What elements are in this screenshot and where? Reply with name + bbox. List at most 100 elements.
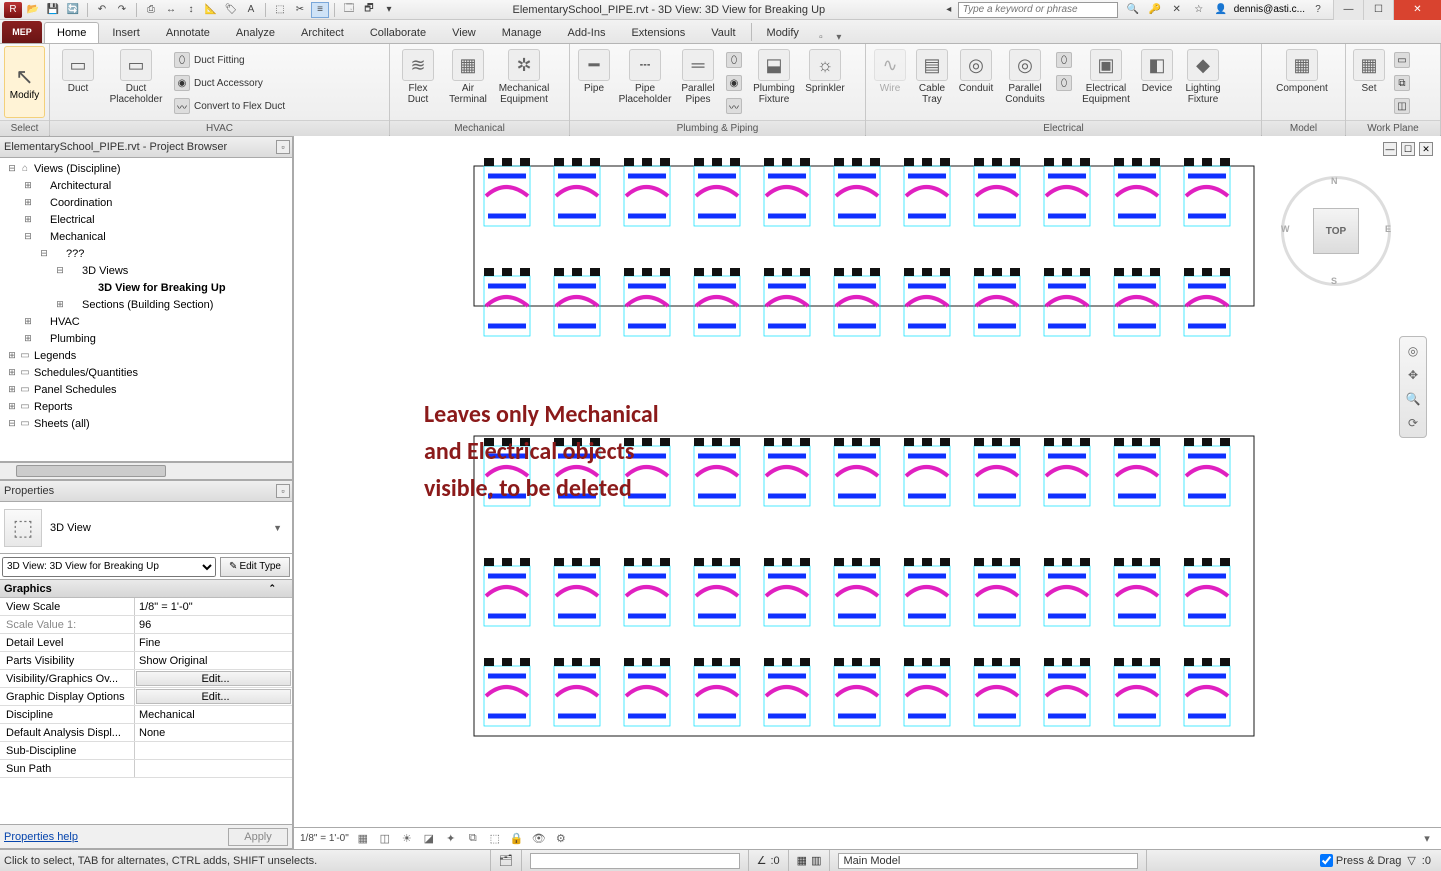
ref-plane-button[interactable]: ⧉ xyxy=(1390,72,1414,94)
star-icon[interactable]: ☆ xyxy=(1190,2,1208,18)
component-button[interactable]: ▦Component xyxy=(1266,46,1338,118)
properties-close-icon[interactable]: ▫ xyxy=(276,484,290,498)
rendering-icon[interactable]: ✦ xyxy=(443,831,459,847)
property-row[interactable]: Sub-Discipline xyxy=(0,742,292,760)
mech-equip-button[interactable]: ✲MechanicalEquipment xyxy=(494,46,554,118)
active-workset-dropdown[interactable] xyxy=(530,853,740,869)
expand-icon[interactable]: ⊞ xyxy=(6,367,18,378)
search-input[interactable] xyxy=(958,2,1118,18)
tab-modify[interactable]: Modify xyxy=(754,22,812,43)
pan-icon[interactable]: ✥ xyxy=(1403,365,1423,385)
parallel-conduits-button[interactable]: ◎ParallelConduits xyxy=(1000,46,1050,118)
angle-icon[interactable]: ∠ xyxy=(757,854,767,867)
tab-manage[interactable]: Manage xyxy=(489,22,555,43)
lighting-fixture-button[interactable]: ◆LightingFixture xyxy=(1180,46,1226,118)
view-scale[interactable]: 1/8" = 1'-0" xyxy=(300,833,349,844)
save-icon[interactable]: 💾 xyxy=(44,2,62,18)
text-icon[interactable]: A xyxy=(242,2,260,18)
expand-icon[interactable]: ⊟ xyxy=(54,265,66,276)
tree-node[interactable]: ⊞Coordination xyxy=(0,194,292,211)
key-icon[interactable]: 🔑 xyxy=(1146,2,1164,18)
chevron-down-icon[interactable]: ▾ xyxy=(380,2,398,18)
duct-fitting-button[interactable]: ⬯Duct Fitting xyxy=(170,49,289,71)
align-icon[interactable]: ↕ xyxy=(182,2,200,18)
expand-icon[interactable]: ⊞ xyxy=(54,299,66,310)
cable-tray-fitting-button[interactable]: ⬯ xyxy=(1052,49,1076,71)
expand-icon[interactable]: ⊟ xyxy=(38,248,50,259)
pipe-fitting-button[interactable]: ⬯ xyxy=(722,49,746,71)
app-tab[interactable]: MEP xyxy=(2,21,42,43)
design-options-icon[interactable]: ▥ xyxy=(811,854,821,867)
duct-accessory-button[interactable]: ◉Duct Accessory xyxy=(170,72,289,94)
reveal-icon[interactable]: ⚙ xyxy=(553,831,569,847)
prop-value[interactable] xyxy=(135,760,292,777)
pipe-accessory-button[interactable]: ◉ xyxy=(722,72,746,94)
expand-icon[interactable]: ⊟ xyxy=(22,231,34,242)
detail-level-icon[interactable]: ▦ xyxy=(355,831,371,847)
view-maximize-icon[interactable]: ☐ xyxy=(1401,142,1415,156)
electrical-equipment-button[interactable]: ▣ElectricalEquipment xyxy=(1078,46,1134,118)
property-row[interactable]: View Scale1/8" = 1'-0" xyxy=(0,598,292,616)
prop-value[interactable]: Edit... xyxy=(136,671,291,686)
ribbon-minimize-icon[interactable]: ▫ xyxy=(812,32,830,43)
dir-e[interactable]: E xyxy=(1385,224,1391,234)
viewcube-face[interactable]: TOP xyxy=(1313,208,1359,254)
property-row[interactable]: Default Analysis Displ...None xyxy=(0,724,292,742)
crop-view-icon[interactable]: ⧉ xyxy=(465,831,481,847)
expand-icon[interactable]: ⊞ xyxy=(22,214,34,225)
expand-icon[interactable]: ⊞ xyxy=(22,316,34,327)
browser-close-icon[interactable]: ▫ xyxy=(276,140,290,154)
cable-tray-button[interactable]: ▤CableTray xyxy=(912,46,952,118)
sun-path-icon[interactable]: ☀ xyxy=(399,831,415,847)
editable-only-icon[interactable]: ▦ xyxy=(797,854,807,867)
tree-node[interactable]: ⊞Architectural xyxy=(0,177,292,194)
prop-value[interactable]: Fine xyxy=(135,634,292,651)
expand-icon[interactable]: ⊟ xyxy=(6,418,18,429)
close-button[interactable]: ✕ xyxy=(1393,0,1441,20)
expand-icon[interactable]: ⊞ xyxy=(22,197,34,208)
edit-type-button[interactable]: ✎Edit Type xyxy=(220,557,290,577)
property-row[interactable]: Parts VisibilityShow Original xyxy=(0,652,292,670)
plumbing-fixture-button[interactable]: ⬓PlumbingFixture xyxy=(748,46,800,118)
dim-icon[interactable]: 📐 xyxy=(202,2,220,18)
view-minimize-icon[interactable]: — xyxy=(1383,142,1397,156)
tree-node[interactable]: ⊟⌂Views (Discipline) xyxy=(0,160,292,177)
sync-icon[interactable]: 🔄 xyxy=(64,2,82,18)
set-workplane-button[interactable]: ▦Set xyxy=(1350,46,1388,118)
convert-flex-duct-button[interactable]: 〰Convert to Flex Duct xyxy=(170,95,289,117)
type-selector[interactable]: ⬚ 3D View ▼ xyxy=(0,502,293,554)
view-close-icon[interactable]: ✕ xyxy=(1419,142,1433,156)
pipe-button[interactable]: ━Pipe xyxy=(574,46,614,118)
apply-button[interactable]: Apply xyxy=(228,828,288,846)
expand-icon[interactable]: ⊞ xyxy=(22,180,34,191)
expand-icon[interactable]: ⊞ xyxy=(6,384,18,395)
tab-extensions[interactable]: Extensions xyxy=(618,22,698,43)
tag-icon[interactable]: 🏷 xyxy=(222,2,240,18)
flex-duct-button[interactable]: ≋FlexDuct xyxy=(394,46,442,118)
tree-node[interactable]: ⊞Plumbing xyxy=(0,330,292,347)
tree-node[interactable]: 3D View for Breaking Up xyxy=(0,279,292,296)
dir-s[interactable]: S xyxy=(1331,276,1337,286)
device-button[interactable]: ◧Device xyxy=(1136,46,1178,118)
tab-view[interactable]: View xyxy=(439,22,489,43)
temp-hide-icon[interactable]: 👁 xyxy=(531,831,547,847)
tree-node[interactable]: ⊞▭Schedules/Quantities xyxy=(0,364,292,381)
tree-node[interactable]: ⊟▭Sheets (all) xyxy=(0,415,292,432)
duct-button[interactable]: ▭Duct xyxy=(54,46,102,118)
infocenter-prev-icon[interactable]: ◂ xyxy=(940,2,958,18)
expand-icon[interactable]: ⊞ xyxy=(6,350,18,361)
expand-icon[interactable]: ⊟ xyxy=(6,163,18,174)
binoculars-icon[interactable]: 🔍 xyxy=(1124,2,1142,18)
properties-help-link[interactable]: Properties help xyxy=(4,831,78,843)
property-row[interactable]: Graphic Display OptionsEdit... xyxy=(0,688,292,706)
tab-analyze[interactable]: Analyze xyxy=(223,22,288,43)
shadows-icon[interactable]: ◪ xyxy=(421,831,437,847)
drawing-canvas[interactable]: — ☐ ✕ xyxy=(294,136,1441,849)
instance-selector[interactable]: 3D View: 3D View for Breaking Up xyxy=(2,557,216,577)
filter-icon[interactable]: ▽ xyxy=(1407,854,1415,867)
press-drag-toggle[interactable]: Press & Drag xyxy=(1320,854,1401,867)
measure-icon[interactable]: ↔ xyxy=(162,2,180,18)
prop-group-graphics[interactable]: Graphics⌃ xyxy=(0,580,292,598)
modify-button[interactable]: ↖Modify xyxy=(4,46,45,118)
app-menu-icon[interactable]: R xyxy=(4,2,22,18)
